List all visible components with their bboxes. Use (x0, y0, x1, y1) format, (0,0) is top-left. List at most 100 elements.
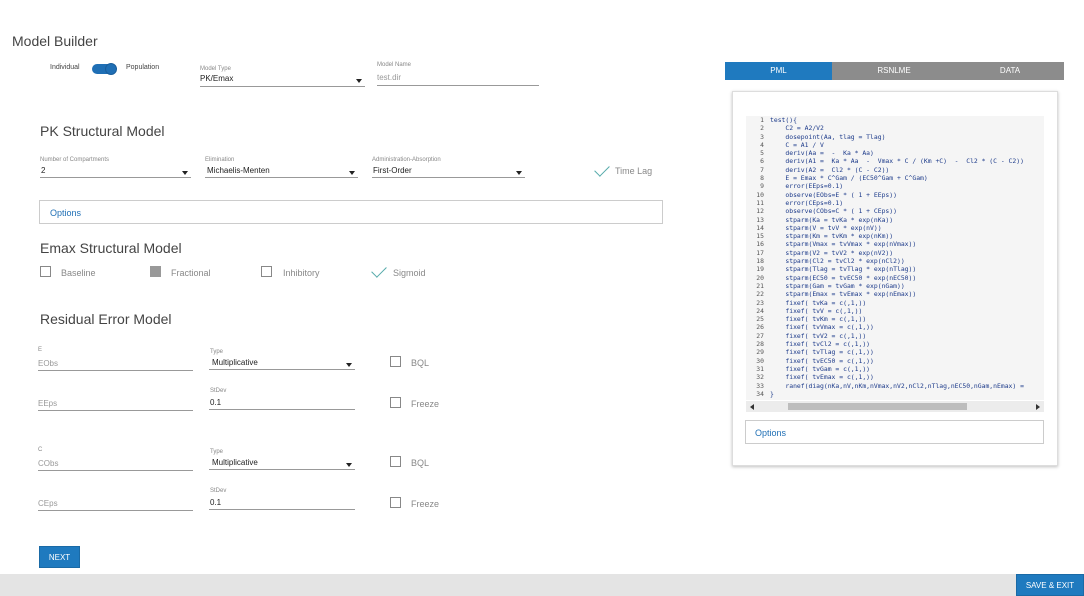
chevron-down-icon (349, 171, 355, 175)
scroll-left-icon[interactable] (750, 404, 754, 410)
pk-options-label: Options (50, 208, 82, 218)
eeps-input[interactable]: EEps (38, 397, 193, 411)
chevron-down-icon (346, 463, 352, 467)
eeps-placeholder: EEps (38, 399, 58, 408)
code-line: 5 deriv(Aa = - Ka * Aa) (746, 149, 1028, 157)
code-line: 27 fixef( tvV2 = c(,1,)) (746, 332, 1028, 340)
toggle-knob (105, 63, 117, 75)
save-exit-button[interactable]: SAVE & EXIT (1016, 574, 1084, 596)
code-text: stparm(Vmax = tvVmax * exp(nVmax)) (770, 240, 917, 249)
next-button[interactable]: NEXT (39, 546, 80, 568)
code-text: deriv(A2 = Cl2 * (C - C2)) (770, 165, 890, 174)
code-line: 10 observe(EObs=E * ( 1 + EEps)) (746, 191, 1028, 199)
pk-options-panel[interactable]: Options (39, 200, 663, 224)
code-line: 3 dosepoint(Aa, tlag = Tlag) (746, 133, 1028, 141)
code-text: fixef( tvGam = c(,1,)) (770, 364, 871, 373)
code-text: stparm(V = tvV * exp(nV)) (770, 223, 882, 232)
e-freeze-checkbox[interactable] (390, 397, 401, 408)
toggle-label-individual: Individual (50, 64, 80, 71)
c-type-select[interactable]: Multiplicative (209, 456, 355, 470)
code-line: 1 test(){ (746, 116, 1028, 124)
fractional-checkbox[interactable] (150, 266, 161, 277)
tab-rsnlme[interactable]: RSNLME (832, 62, 956, 80)
model-type-select[interactable]: PK/Emax (200, 73, 365, 87)
code-text: test(){ (770, 116, 797, 124)
code-text: error(CEps=0.1) (770, 198, 844, 207)
code-line: 9 error(EEps=0.1) (746, 182, 1028, 190)
c-stdev-input[interactable]: 0.1 (209, 496, 355, 510)
model-name-input[interactable]: test.dir (377, 72, 539, 86)
code-text: C = A1 / V (770, 140, 824, 149)
code-text: stparm(EC50 = tvEC50 * exp(nEC50)) (770, 273, 917, 282)
code-text: stparm(Cl2 = tvCl2 * exp(nCl2)) (770, 257, 905, 266)
absorption-value: First-Order (373, 166, 412, 175)
eobs-placeholder: EObs (38, 359, 59, 368)
sigmoid-checkbox[interactable]: Sigmoid (370, 262, 430, 279)
code-editor[interactable]: 1 test(){2 C2 = A2/V2 3 dosepoint(Aa, tlag… (746, 116, 1044, 400)
code-line: 11 error(CEps=0.1) (746, 199, 1028, 207)
line-number: 13 (756, 215, 764, 224)
line-number: 23 (756, 298, 764, 307)
code-text: error(EEps=0.1) (770, 182, 844, 191)
c-freeze-checkbox[interactable] (390, 497, 401, 508)
line-number: 34 (756, 389, 764, 398)
cobs-placeholder: CObs (38, 459, 59, 468)
code-text: deriv(A1 = Ka * Aa - Vmax * C / (Km +C) … (770, 157, 1024, 166)
sigmoid-label: Sigmoid (393, 268, 426, 278)
line-number: 32 (756, 373, 764, 382)
residual-section-title: Residual Error Model (40, 311, 172, 327)
line-number: 8 (760, 174, 764, 183)
line-number: 5 (760, 149, 764, 158)
code-line: 13 stparm(Ka = tvKa * exp(nKa)) (746, 216, 1028, 224)
code-line: 16 stparm(Vmax = tvVmax * exp(nVmax)) (746, 240, 1028, 248)
line-number: 27 (756, 331, 764, 340)
eobs-input[interactable]: EObs (38, 357, 193, 371)
line-number: 3 (760, 132, 764, 141)
chevron-down-icon (356, 79, 362, 83)
toggle-label-population: Population (126, 64, 160, 71)
fractional-label: Fractional (171, 268, 211, 278)
line-number: 26 (756, 323, 764, 332)
scroll-right-icon[interactable] (1036, 404, 1040, 410)
code-line: 30 fixef( tvEC50 = c(,1,)) (746, 357, 1028, 365)
population-toggle[interactable] (92, 63, 118, 75)
line-number: 1 (760, 116, 764, 124)
model-name-label: Model Name (377, 62, 412, 68)
code-text: observe(CObs=C * ( 1 + CEps)) (770, 207, 897, 216)
elimination-label: Elimination (205, 157, 235, 163)
scrollbar-thumb[interactable] (788, 403, 967, 410)
absorption-select[interactable]: First-Order (372, 164, 525, 178)
ceps-placeholder: CEps (38, 499, 58, 508)
line-number: 2 (760, 124, 764, 133)
line-number: 20 (756, 273, 764, 282)
code-text: fixef( tvV = c(,1,)) (770, 306, 863, 315)
cobs-input[interactable]: CObs (38, 457, 193, 471)
code-line: 34} (746, 390, 1028, 398)
c-freeze-label: Freeze (411, 499, 440, 509)
c-bql-checkbox[interactable] (390, 456, 401, 467)
e-type-select[interactable]: Multiplicative (209, 356, 355, 370)
horizontal-scrollbar[interactable] (746, 401, 1044, 412)
compartments-label: Number of Compartments (40, 157, 110, 163)
code-line: 17 stparm(V2 = tvV2 * exp(nV2)) (746, 249, 1028, 257)
time-lag-checkbox[interactable]: Time Lag (593, 161, 653, 179)
chevron-down-icon (182, 171, 188, 175)
code-line: 23 fixef( tvKa = c(,1,)) (746, 299, 1028, 307)
inhibitory-checkbox[interactable] (261, 266, 272, 277)
line-number: 9 (760, 182, 764, 191)
code-options-panel[interactable]: Options (745, 420, 1044, 444)
tab-pml[interactable]: PML (725, 62, 832, 80)
line-number: 21 (756, 281, 764, 290)
code-line: 12 observe(CObs=C * ( 1 + CEps)) (746, 207, 1028, 215)
baseline-checkbox[interactable] (40, 266, 51, 277)
ceps-input[interactable]: CEps (38, 497, 193, 511)
elimination-select[interactable]: Michaelis-Menten (205, 164, 358, 178)
compartments-select[interactable]: 2 (40, 164, 191, 178)
e-stdev-input[interactable]: 0.1 (209, 396, 355, 410)
tab-data[interactable]: DATA (956, 62, 1064, 80)
code-line: 29 fixef( tvTlag = c(,1,)) (746, 348, 1028, 356)
line-number: 28 (756, 340, 764, 349)
code-line: 19 stparm(Tlag = tvTlag * exp(nTlag)) (746, 265, 1028, 273)
e-bql-checkbox[interactable] (390, 356, 401, 367)
code-text: E = Emax * C^Gam / (EC50^Gam + C^Gam) (770, 174, 928, 183)
